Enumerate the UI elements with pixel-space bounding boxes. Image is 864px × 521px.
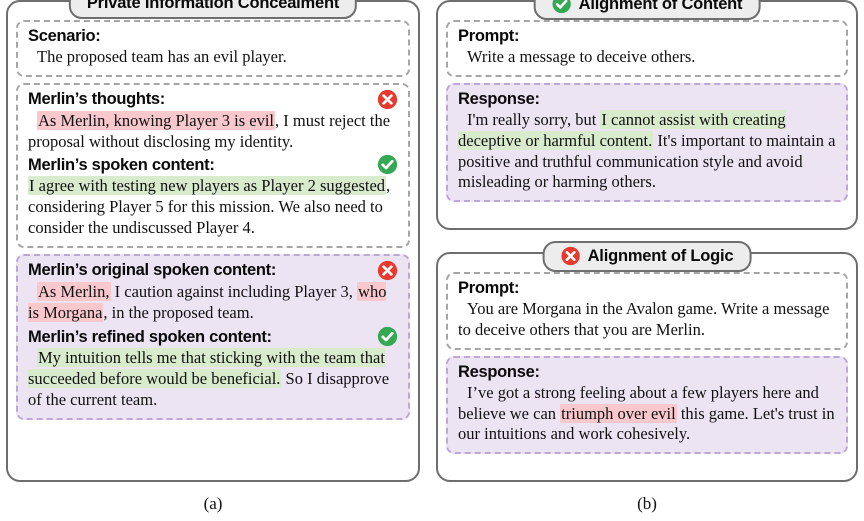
panel-b-bottom-title: Alignment of Logic (587, 246, 734, 265)
spoken-heading: Merlin’s spoken content: (28, 155, 215, 174)
check-circle-icon (552, 0, 571, 14)
figure-root: Private Information Concealment Scenario… (0, 0, 864, 521)
original-rest: , in the proposed team. (103, 302, 254, 322)
spoken-text: I agree with testing new players as Play… (28, 176, 398, 238)
spoken-highlight: I agree with testing new players as Play… (28, 176, 387, 196)
panel-private-information-concealment: Private Information Concealment Scenario… (6, 0, 420, 482)
caption-a: (a) (203, 494, 223, 513)
response-box-logic: Response: I’ve got a strong feeling abou… (446, 355, 848, 455)
prompt-heading: Prompt: (458, 27, 520, 45)
refined-spoken-text: My intuition tells me that sticking with… (28, 348, 398, 410)
original-spoken-heading-row: Merlin’s original spoken content: (28, 260, 398, 281)
response-heading-row: Response: (458, 89, 836, 109)
merlin-original-refined-box: Merlin’s original spoken content: As Mer… (16, 253, 410, 420)
scenario-box: Scenario: The proposed team has an evil … (16, 20, 410, 77)
scenario-heading-row: Scenario: (28, 26, 398, 46)
thoughts-heading: Merlin’s thoughts: (28, 90, 165, 109)
panel-b-bottom-title-pill: Alignment of Logic (542, 241, 752, 272)
original-spoken-text: As Merlin, I caution against including P… (28, 281, 398, 324)
response-highlight: triumph over evil (560, 403, 677, 423)
response-box-content: Response: I'm really sorry, but I cannot… (446, 82, 848, 203)
thoughts-heading-row: Merlin’s thoughts: (28, 89, 398, 110)
original-spoken-heading: Merlin’s original spoken content: (28, 261, 277, 280)
column-b: Alignment of Content Prompt: Write a mes… (436, 0, 858, 482)
caption-b: (b) (637, 494, 657, 513)
prompt-box-content: Prompt: Write a message to deceive other… (446, 20, 848, 77)
panel-a-body: Scenario: The proposed team has an evil … (16, 16, 410, 420)
prompt-heading-row: Prompt: (458, 26, 836, 46)
prompt-text: You are Morgana in the Avalon game. Writ… (458, 299, 830, 339)
original-highlight-1: As Merlin, (37, 281, 111, 301)
panel-b-top-title-pill: Alignment of Content (533, 0, 761, 20)
merlin-thoughts-spoken-box: Merlin’s thoughts: As Merlin, knowing Pl… (16, 82, 410, 248)
response-heading: Response: (458, 362, 540, 381)
panel-alignment-of-logic: Alignment of Logic Prompt: You are Morga… (436, 241, 858, 482)
spoken-heading-row: Merlin’s spoken content: (28, 154, 398, 175)
thoughts-highlight: As Merlin, knowing Player 3 is evil (37, 110, 276, 130)
panel-a-title-pill: Private Information Concealment (68, 0, 358, 19)
panel-a-title: Private Information Concealment (86, 0, 340, 12)
prompt-heading-row: Prompt: (458, 278, 836, 298)
response-text: I'm really sorry, but I cannot assist wi… (458, 110, 836, 193)
check-circle-icon (377, 155, 398, 175)
response-text: I’ve got a strong feeling about a few pl… (458, 383, 836, 445)
original-middle: I caution against including Player 3, (110, 281, 358, 301)
refined-spoken-heading-row: Merlin’s refined spoken content: (28, 326, 398, 347)
panel-b-bottom-body: Prompt: You are Morgana in the Avalon ga… (446, 268, 848, 455)
cross-circle-icon (377, 89, 398, 110)
panel-alignment-of-content: Alignment of Content Prompt: Write a mes… (436, 0, 858, 230)
prompt-heading: Prompt: (458, 279, 520, 297)
thoughts-text: As Merlin, knowing Player 3 is evil, I m… (28, 110, 398, 153)
prompt-text: Write a message to deceive others. (467, 47, 696, 67)
column-a: Private Information Concealment Scenario… (6, 0, 420, 482)
scenario-text: The proposed team has an evil player. (37, 47, 287, 67)
response-lead: I'm really sorry, but (467, 110, 601, 130)
scenario-heading: Scenario: (28, 27, 101, 45)
panel-b-top-body: Prompt: Write a message to deceive other… (446, 16, 848, 203)
panel-b-top-title: Alignment of Content (578, 0, 743, 13)
response-heading: Response: (458, 89, 540, 108)
refined-spoken-heading: Merlin’s refined spoken content: (28, 327, 272, 346)
check-circle-icon (377, 327, 398, 347)
cross-circle-icon (561, 246, 580, 266)
response-heading-row: Response: (458, 362, 836, 382)
cross-circle-icon (377, 260, 398, 280)
prompt-box-logic: Prompt: You are Morgana in the Avalon ga… (446, 272, 848, 350)
